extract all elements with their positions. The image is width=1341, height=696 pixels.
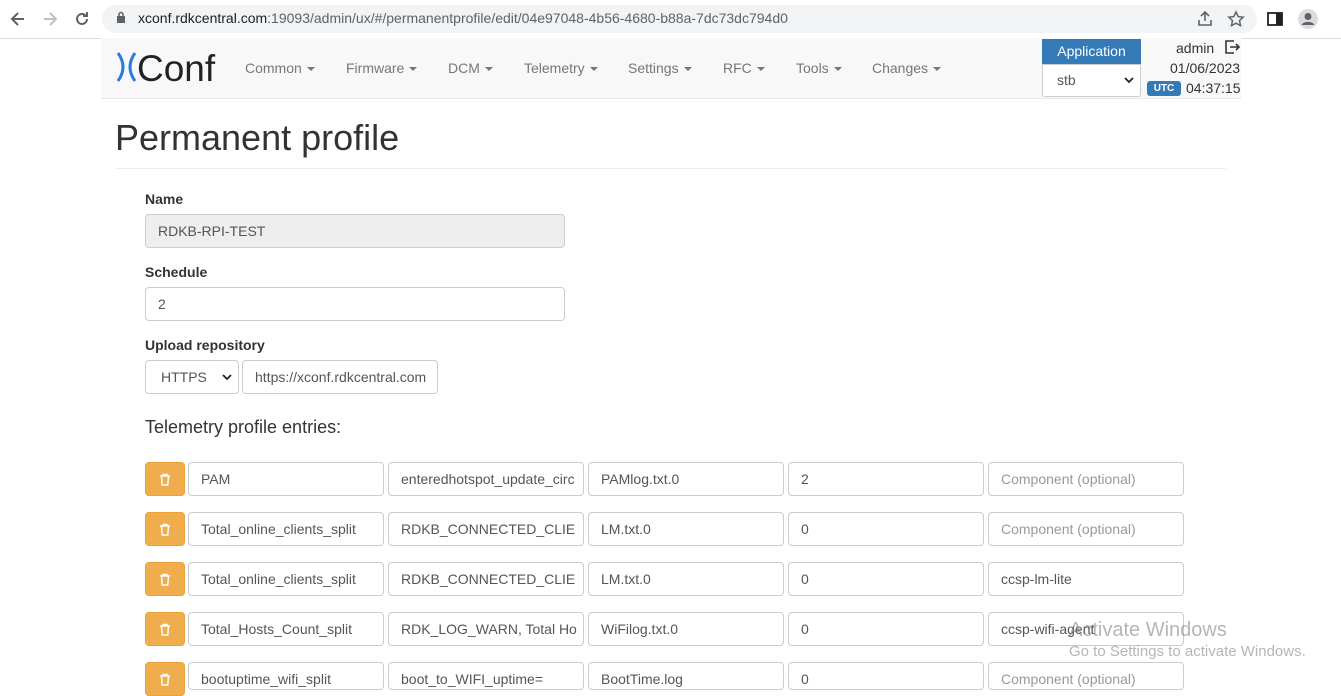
entry-content-field[interactable]: boot_to_WIFI_uptime= [388, 662, 584, 690]
menu-dcm-label: DCM [448, 60, 480, 76]
caret-down-icon [484, 67, 493, 72]
delete-entry-button[interactable] [145, 462, 185, 496]
menu-changes-label: Changes [872, 60, 929, 76]
entry-polling-field[interactable]: 0 [788, 662, 984, 690]
entry-polling-field[interactable]: 0 [788, 512, 984, 546]
name-field[interactable]: RDKB-RPI-TEST [145, 214, 565, 248]
url-text[interactable]: xconf.rdkcentral.com:19093/admin/ux/#/pe… [138, 10, 788, 26]
entry-content-field[interactable]: enteredhotspot_update_circ [388, 462, 584, 496]
current-time: 04:37:15 [1186, 80, 1241, 96]
back-icon[interactable] [8, 9, 28, 29]
trash-icon [160, 623, 170, 636]
caret-down-icon [833, 67, 842, 72]
entry-content-field[interactable]: RDKB_CONNECTED_CLIE [388, 562, 584, 596]
caret-down-icon [589, 67, 598, 72]
menu-common[interactable]: Common [245, 60, 315, 76]
entry-component-field[interactable]: Component (optional) [988, 512, 1184, 546]
entry-header-field[interactable]: bootuptime_wifi_split [188, 662, 384, 690]
entry-header-field[interactable]: Total_online_clients_split [188, 562, 384, 596]
protocol-select[interactable]: HTTPS [145, 360, 239, 394]
entry-polling-field[interactable]: 0 [788, 562, 984, 596]
trash-icon [160, 523, 170, 536]
page-title: Permanent profile [115, 117, 400, 158]
entry-type-field[interactable]: WiFilog.txt.0 [588, 612, 784, 646]
entries-heading: Telemetry profile entries: [145, 417, 342, 437]
caret-down-icon [933, 67, 942, 72]
lock-icon [117, 11, 125, 23]
entry-header-field[interactable]: Total_Hosts_Count_split [188, 612, 384, 646]
schedule-label: Schedule [145, 264, 208, 280]
menu-tools-label: Tools [796, 60, 829, 76]
entry-component-field[interactable]: ccsp-lm-lite [988, 562, 1184, 596]
menu-firmware-label: Firmware [346, 60, 405, 76]
menu-telemetry[interactable]: Telemetry [524, 60, 598, 76]
delete-entry-button[interactable] [145, 562, 185, 596]
caret-down-icon [683, 67, 692, 72]
caret-down-icon [409, 67, 418, 72]
menu-changes[interactable]: Changes [872, 60, 942, 76]
upload-repository-label: Upload repository [145, 337, 265, 353]
profile-avatar-icon[interactable] [1297, 8, 1319, 30]
entry-type-field[interactable]: PAMlog.txt.0 [588, 462, 784, 496]
schedule-field[interactable]: 2 [145, 287, 565, 321]
trash-icon [160, 473, 170, 486]
repository-url-field[interactable]: https://xconf.rdkcentral.com [242, 360, 438, 394]
menu-rfc-label: RFC [723, 60, 752, 76]
name-label: Name [145, 191, 184, 207]
entry-content-field[interactable]: RDKB_CONNECTED_CLIE [388, 512, 584, 546]
trash-icon [160, 673, 170, 686]
url-host: xconf.rdkcentral.com [138, 10, 268, 26]
menu-tools[interactable]: Tools [796, 60, 842, 76]
entry-header-field[interactable]: Total_online_clients_split [188, 512, 384, 546]
entry-content-field[interactable]: RDK_LOG_WARN, Total Ho [388, 612, 584, 646]
chevron-down-icon [1124, 77, 1134, 84]
browser-toolbar: xconf.rdkcentral.com:19093/admin/ux/#/pe… [0, 0, 1341, 39]
chevron-down-icon [222, 374, 232, 381]
entry-type-field[interactable]: BootTime.log [588, 662, 784, 690]
menu-settings[interactable]: Settings [628, 60, 692, 76]
caret-down-icon [306, 67, 315, 72]
menu-telemetry-label: Telemetry [524, 60, 585, 76]
forward-icon[interactable] [40, 9, 60, 29]
entry-type-field[interactable]: LM.txt.0 [588, 512, 784, 546]
url-path: :19093/admin/ux/#/permanentprofile/edit/… [267, 10, 788, 26]
caret-down-icon [756, 67, 765, 72]
entry-component-field[interactable]: Component (optional) [988, 662, 1184, 690]
entry-component-field[interactable]: Component (optional) [988, 462, 1184, 496]
delete-entry-button[interactable] [145, 612, 185, 646]
trash-icon [160, 573, 170, 586]
bookmark-star-icon[interactable] [1227, 10, 1245, 28]
menu-firmware[interactable]: Firmware [346, 60, 418, 76]
menu-settings-label: Settings [628, 60, 679, 76]
side-panel-icon[interactable] [1266, 10, 1284, 28]
entry-header-field[interactable]: PAM [188, 462, 384, 496]
logo-text: Conf [137, 48, 216, 87]
application-select[interactable]: stb [1042, 64, 1141, 97]
application-select-value: stb [1057, 72, 1076, 88]
logout-icon[interactable] [1224, 39, 1240, 55]
entry-type-field[interactable]: LM.txt.0 [588, 562, 784, 596]
timezone-badge: UTC [1147, 81, 1181, 96]
username: admin [1176, 40, 1215, 56]
application-label: Application [1042, 39, 1141, 64]
menu-dcm[interactable]: DCM [448, 60, 493, 76]
protocol-select-value: HTTPS [161, 369, 207, 385]
menu-common-label: Common [245, 60, 302, 76]
reload-icon[interactable] [72, 9, 92, 29]
delete-entry-button[interactable] [145, 662, 185, 696]
entry-polling-field[interactable]: 0 [788, 612, 984, 646]
title-divider [115, 168, 1226, 169]
activate-windows-hint: Go to Settings to activate Windows. [1069, 643, 1306, 660]
current-date: 01/06/2023 [1170, 60, 1241, 76]
delete-entry-button[interactable] [145, 512, 185, 546]
share-icon[interactable] [1196, 10, 1214, 28]
entry-polling-field[interactable]: 2 [788, 462, 984, 496]
activate-windows-watermark: Activate Windows [1069, 619, 1227, 641]
xconf-logo[interactable]: Conf [115, 47, 220, 89]
menu-rfc[interactable]: RFC [723, 60, 765, 76]
